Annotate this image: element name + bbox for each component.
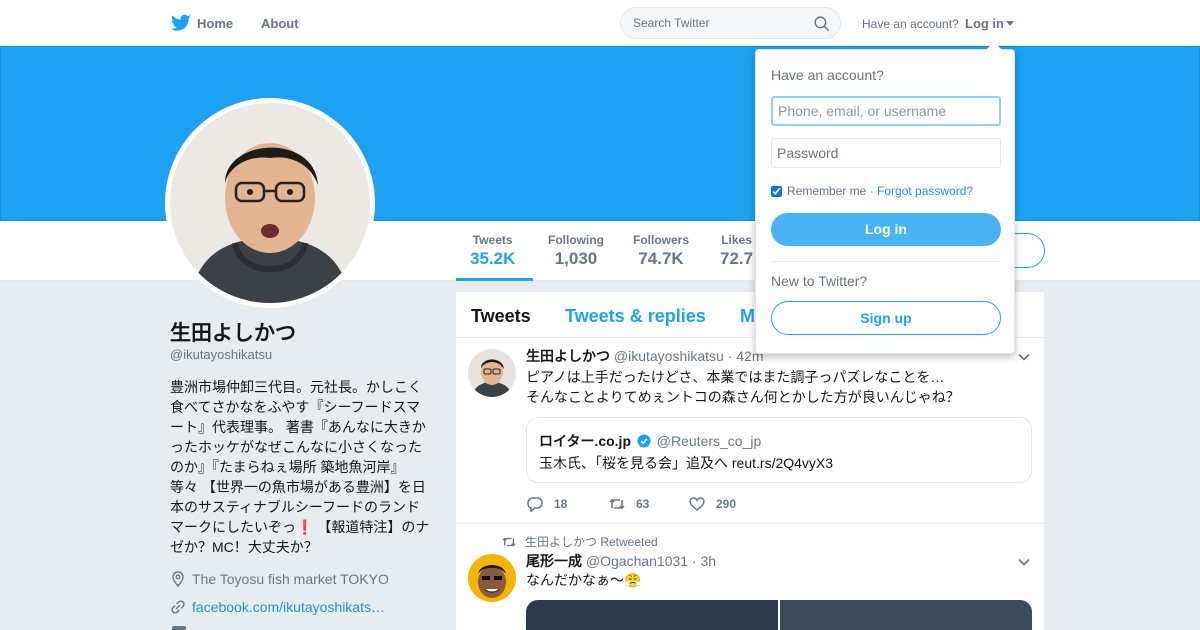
- password-input[interactable]: [771, 138, 1001, 168]
- search-input[interactable]: [633, 14, 808, 32]
- profile-location: The Toyosu fish market TOKYO: [170, 571, 389, 587]
- stat-tweets-label: Tweets: [472, 233, 513, 247]
- search-box: [620, 7, 841, 39]
- tweet-author-avatar[interactable]: [468, 349, 516, 397]
- reply-count: 18: [554, 497, 568, 511]
- tweet-item[interactable]: 生田よしかつ Retweeted 尾形一成 @Ogachan1031 · 3h …: [456, 525, 1044, 630]
- tweet-header: 尾形一成 @Ogachan1031 · 3h: [526, 551, 716, 571]
- chevron-down-icon[interactable]: [1018, 353, 1030, 361]
- tweet-item[interactable]: 生田よしかつ @ikutayoshikatsu · 42m ピアノは上手だったけ…: [456, 339, 1044, 524]
- tweet-text-line-1: ピアノは上手だったけどさ、本業ではまた調子っパズレなことを…: [526, 369, 945, 385]
- top-navigation: Home About Have an account? Log in: [0, 0, 1200, 46]
- login-dropdown-title: Have an account?: [771, 67, 884, 83]
- profile-url-link[interactable]: facebook.com/ikutayoshikats…: [192, 599, 385, 615]
- stat-followers-value: 74.7K: [638, 249, 684, 268]
- tab-media[interactable]: M: [740, 306, 755, 327]
- tweet-media[interactable]: [526, 600, 1032, 630]
- stat-followers[interactable]: Followers 74.7K: [633, 233, 689, 269]
- signup-button[interactable]: Sign up: [771, 301, 1001, 335]
- dropdown-arrow: [986, 42, 1002, 50]
- location-pin-icon: [172, 571, 184, 587]
- profile-bio: 豊洲市場仲卸三代目。元社長。かしこく食べてさかなをふやす『シーフードスマート』代…: [170, 379, 430, 555]
- tweet-header: 生田よしかつ @ikutayoshikatsu · 42m: [526, 346, 764, 366]
- stat-followers-label: Followers: [633, 233, 690, 247]
- tab-tweets[interactable]: Tweets: [471, 306, 531, 327]
- tweet-author-name[interactable]: 尾形一成: [526, 553, 582, 569]
- username-input[interactable]: [771, 96, 1001, 126]
- login-dropdown: Have an account? Remember me · Forgot pa…: [755, 42, 1015, 354]
- reply-icon: [527, 497, 543, 513]
- tweet-media-image[interactable]: [526, 600, 778, 630]
- heart-icon: [689, 497, 705, 511]
- profile-avatar[interactable]: [165, 98, 375, 308]
- login-button[interactable]: Log in: [771, 213, 1001, 246]
- calendar-icon: [172, 626, 186, 630]
- tweet-text-line-2: そんなことよりてめぇントコの森さん何とかした方が良いんじゃね？: [526, 389, 960, 405]
- remember-separator: ·: [866, 184, 878, 198]
- retweet-context: 生田よしかつ Retweeted: [501, 533, 658, 550]
- quoted-tweet-header: ロイター.co.jp @Reuters_co_jp: [539, 431, 761, 451]
- tab-tweets-and-replies[interactable]: Tweets & replies: [565, 306, 706, 327]
- stat-following-value: 1,030: [554, 249, 598, 268]
- profile-handle[interactable]: @ikutayoshikatsu: [170, 347, 272, 362]
- search-icon[interactable]: [814, 16, 829, 31]
- nav-about-link[interactable]: About: [261, 16, 299, 31]
- remember-me-row: Remember me · Forgot password?: [771, 184, 973, 198]
- remember-me-label[interactable]: Remember me: [787, 184, 866, 198]
- quoted-tweet[interactable]: ロイター.co.jp @Reuters_co_jp 玉木氏、「桜を見る会」追及へ…: [526, 417, 1032, 483]
- tweet-author-avatar[interactable]: [468, 554, 516, 602]
- retweet-action[interactable]: 63: [608, 495, 649, 513]
- like-action[interactable]: 290: [688, 495, 736, 513]
- profile-location-text: The Toyosu fish market TOKYO: [192, 571, 389, 587]
- tweet-timestamp[interactable]: · 3h: [692, 553, 716, 569]
- stat-likes-value: 72.7: [720, 249, 754, 268]
- avatar-photo: [170, 103, 370, 303]
- dropdown-divider: [771, 261, 1001, 262]
- tweet-avatar-image: [468, 554, 516, 602]
- active-stat-underline: [456, 278, 533, 281]
- stat-likes[interactable]: Likes 72.7: [720, 233, 753, 269]
- tweet-media-image[interactable]: [780, 600, 1032, 630]
- stat-likes-label: Likes: [721, 233, 752, 247]
- quoted-author-handle: @Reuters_co_jp: [656, 433, 762, 449]
- link-icon: [171, 600, 185, 614]
- stat-tweets-value: 35.2K: [470, 249, 516, 268]
- login-dropdown-toggle[interactable]: Log in: [965, 16, 1014, 31]
- stat-following-label: Following: [548, 233, 604, 247]
- remember-me-checkbox[interactable]: [771, 185, 782, 197]
- tweet-text: なんだかなぁ〜😤: [526, 572, 642, 588]
- retweet-icon: [609, 498, 625, 510]
- like-count: 290: [716, 497, 737, 511]
- profile-name[interactable]: 生田よしかつ: [170, 317, 296, 347]
- stat-tweets[interactable]: Tweets 35.2K: [470, 233, 515, 269]
- login-toggle-label: Log in: [965, 16, 1004, 31]
- have-account-label: Have an account?: [862, 17, 959, 31]
- retweet-icon: [502, 537, 516, 546]
- forgot-password-link[interactable]: Forgot password?: [877, 184, 973, 198]
- twitter-bird-icon[interactable]: [171, 14, 191, 32]
- new-to-twitter-label: New to Twitter?: [771, 273, 868, 289]
- tweet-author-name[interactable]: 生田よしかつ: [526, 348, 610, 364]
- chevron-down-icon[interactable]: [1018, 558, 1030, 566]
- tweet-author-handle[interactable]: @Ogachan1031: [586, 553, 688, 569]
- stat-following[interactable]: Following 1,030: [548, 233, 604, 269]
- retweet-context-text[interactable]: 生田よしかつ Retweeted: [525, 533, 658, 550]
- profile-url: facebook.com/ikutayoshikats…: [170, 599, 385, 615]
- verified-badge-icon: [637, 434, 651, 448]
- retweet-count: 63: [636, 497, 650, 511]
- tweet-author-handle[interactable]: @ikutayoshikatsu: [614, 348, 724, 364]
- nav-home-link[interactable]: Home: [197, 16, 233, 31]
- tweet-avatar-image: [468, 349, 516, 397]
- quoted-tweet-text: 玉木氏、「桜を見る会」追及へ reut.rs/2Q4vyX3: [539, 455, 834, 471]
- caret-down-icon: [1006, 21, 1014, 26]
- quoted-author-name: ロイター.co.jp: [539, 433, 631, 449]
- reply-action[interactable]: 18: [526, 495, 567, 513]
